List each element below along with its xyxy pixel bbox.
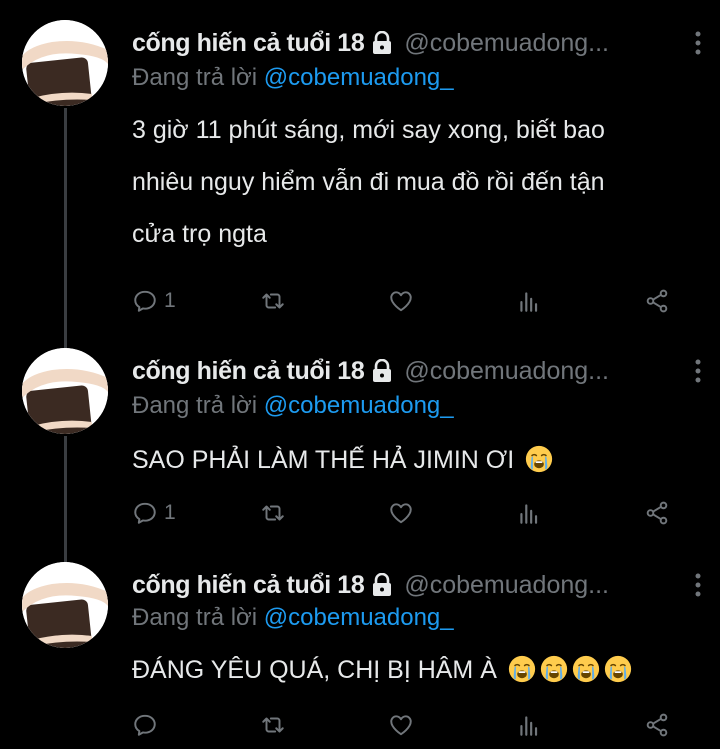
reply-button[interactable] [132, 708, 164, 742]
tweet-text-line: nhiêu nguy hiểm vẫn đi mua đồ rồi đến tậ… [132, 168, 605, 196]
reply-to-link[interactable]: @cobemuadong_ [264, 64, 454, 91]
display-name[interactable]: cống hiến cả tuổi 18 [132, 357, 365, 386]
user-handle[interactable]: @cobemuadong... [404, 357, 682, 386]
tweet[interactable]: cống hiến cả tuổi 18 @cobemuadong... Đan… [0, 340, 720, 566]
reply-prefix: Đang trả lời [132, 392, 264, 419]
tweet[interactable]: cống hiến cả tuổi 18 @cobemuadong... Đan… [0, 552, 720, 749]
replying-to: Đang trả lời @cobemuadong_ [132, 392, 454, 420]
more-options-icon[interactable] [688, 28, 708, 58]
share-button[interactable] [644, 284, 670, 318]
thread-line [64, 108, 67, 353]
heart-icon [390, 715, 412, 736]
tweet[interactable]: cống hiến cả tuổi 18 @cobemuadong... Đan… [0, 0, 720, 353]
reply-icon [134, 714, 156, 736]
reply-icon [134, 502, 156, 524]
share-button[interactable] [644, 496, 670, 530]
emoji-container [504, 655, 632, 684]
avatar[interactable] [22, 562, 108, 648]
retweet-button[interactable] [260, 496, 286, 530]
analytics-icon [520, 504, 538, 524]
loudly-crying-face-emoji [572, 649, 600, 683]
analytics-icon [520, 716, 538, 736]
replying-to: Đang trả lời @cobemuadong_ [132, 604, 454, 632]
lock-icon [373, 359, 392, 382]
loudly-crying-face-emoji [540, 649, 568, 683]
view-analytics-button[interactable] [516, 708, 542, 742]
share-icon [646, 289, 668, 313]
retweet-icon [262, 505, 284, 521]
reply-prefix: Đang trả lời [132, 64, 264, 91]
tweet-header: cống hiến cả tuổi 18 @cobemuadong... [132, 26, 708, 60]
avatar[interactable] [22, 20, 108, 106]
display-name[interactable]: cống hiến cả tuổi 18 [132, 29, 365, 58]
display-name[interactable]: cống hiến cả tuổi 18 [132, 571, 365, 600]
tweet-header: cống hiến cả tuổi 18 @cobemuadong... [132, 354, 708, 388]
avatar-image [22, 20, 108, 106]
tweet-text-line: cửa trọ ngta [132, 220, 267, 248]
reply-button[interactable]: 1 [132, 284, 176, 318]
lock-icon [373, 31, 392, 54]
more-options-icon[interactable] [688, 356, 708, 386]
avatar-image [22, 348, 108, 434]
share-icon [646, 501, 668, 525]
more-options-icon[interactable] [688, 570, 708, 600]
share-icon [646, 713, 668, 737]
loudly-crying-face-emoji [604, 649, 632, 683]
reply-icon [134, 290, 156, 312]
reply-to-link[interactable]: @cobemuadong_ [264, 604, 454, 631]
tweet-actions [132, 708, 692, 742]
analytics-icon [520, 292, 538, 312]
view-analytics-button[interactable] [516, 496, 542, 530]
reply-button[interactable]: 1 [132, 496, 176, 530]
loudly-crying-face-emoji [508, 649, 536, 683]
tweet-actions: 1 [132, 496, 692, 530]
user-handle[interactable]: @cobemuadong... [404, 571, 682, 600]
tweet-header: cống hiến cả tuổi 18 @cobemuadong... [132, 568, 708, 602]
thread-line [64, 436, 67, 566]
heart-icon [390, 503, 412, 524]
like-button[interactable] [388, 284, 414, 318]
tweet-actions: 1 [132, 284, 692, 318]
tweet-text-line: ĐÁNG YÊU QUÁ, CHỊ BỊ HÂM À [132, 656, 497, 684]
avatar-image [22, 562, 108, 648]
reply-to-link[interactable]: @cobemuadong_ [264, 392, 454, 419]
tweet-text-line: SAO PHẢI LÀM THẾ HẢ JIMIN ƠI [132, 446, 515, 474]
user-handle[interactable]: @cobemuadong... [404, 29, 682, 58]
share-button[interactable] [644, 708, 670, 742]
retweet-icon [262, 717, 284, 733]
heart-icon [390, 291, 412, 312]
emoji-container [521, 445, 553, 474]
tweet-text-line: 3 giờ 11 phút sáng, mới say xong, biết b… [132, 116, 605, 144]
replying-to: Đang trả lời @cobemuadong_ [132, 64, 454, 92]
avatar[interactable] [22, 348, 108, 434]
view-analytics-button[interactable] [516, 284, 542, 318]
retweet-button[interactable] [260, 708, 286, 742]
like-button[interactable] [388, 708, 414, 742]
tweet-text: ĐÁNG YÊU QUÁ, CHỊ BỊ HÂM À [132, 644, 702, 696]
reply-count: 1 [164, 289, 176, 312]
reply-prefix: Đang trả lời [132, 604, 264, 631]
tweet-text: 3 giờ 11 phút sáng, mới say xong, biết b… [132, 104, 702, 260]
like-button[interactable] [388, 496, 414, 530]
retweet-button[interactable] [260, 284, 286, 318]
lock-icon [373, 573, 392, 596]
tweet-text: SAO PHẢI LÀM THẾ HẢ JIMIN ƠI [132, 434, 702, 486]
reply-count: 1 [164, 501, 176, 524]
retweet-icon [262, 293, 284, 309]
loudly-crying-face-emoji [525, 439, 553, 473]
